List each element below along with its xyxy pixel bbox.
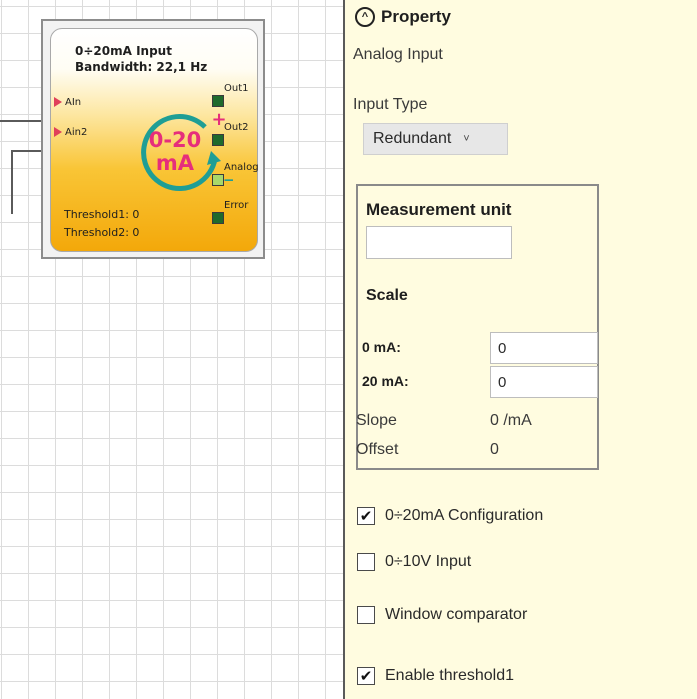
analog-input-card: 0÷20mA Input Bandwidth: 22,1 Hz AIn Ain2… xyxy=(50,28,258,252)
enable-threshold1-option[interactable]: ✔ Enable threshold1 xyxy=(357,667,514,685)
output-label-out2: Out2 xyxy=(224,122,249,133)
logo-bottom-text: mA xyxy=(156,151,195,175)
threshold1-text: Threshold1: 0 xyxy=(64,208,140,221)
offset-value: 0 xyxy=(490,441,499,458)
input-0-10v-label: 0÷10V Input xyxy=(385,553,472,570)
zero-ma-label: 0 mA: xyxy=(362,339,401,355)
logo-top-text: 0-20 xyxy=(149,128,202,152)
checkbox-checked-icon[interactable]: ✔ xyxy=(357,667,375,685)
input-label-ain: AIn xyxy=(65,97,82,108)
input-0-10v-option[interactable]: 0÷10V Input xyxy=(357,553,471,571)
measurement-unit-group: Measurement unit Scale 0 mA: 0 20 mA: 0 … xyxy=(356,184,599,470)
output-port-error[interactable] xyxy=(212,212,224,224)
window-comparator-label: Window comparator xyxy=(385,606,528,623)
zero-ma-input[interactable]: 0 xyxy=(490,332,598,364)
measurement-unit-input[interactable] xyxy=(366,226,512,259)
block-type-label: Analog Input xyxy=(353,46,443,63)
chevron-down-icon: ˅ xyxy=(463,133,470,145)
output-port-analog[interactable] xyxy=(212,174,224,186)
input-type-dropdown[interactable]: Redundant ˅ xyxy=(363,123,508,155)
slope-value: 0 /mA xyxy=(490,412,532,429)
collapse-chevron-icon[interactable]: ^ xyxy=(355,7,375,27)
input-arrow-icon xyxy=(54,97,62,107)
measurement-unit-label: Measurement unit xyxy=(366,200,512,219)
enable-threshold1-label: Enable threshold1 xyxy=(385,667,514,684)
input-type-label: Input Type xyxy=(353,96,428,113)
twenty-ma-input[interactable]: 0 xyxy=(490,366,598,398)
input-label-ain2: Ain2 xyxy=(65,127,88,138)
output-label-error: Error xyxy=(224,200,249,211)
property-panel: ^ Property Analog Input Input Type Redun… xyxy=(343,0,697,699)
wire-ain2-vertical xyxy=(11,150,13,214)
block-title: 0÷20mA Input xyxy=(75,44,172,58)
checkbox-unchecked-icon[interactable] xyxy=(357,606,375,624)
window-comparator-option[interactable]: Window comparator xyxy=(357,606,527,624)
output-port-out2[interactable] xyxy=(212,134,224,146)
input-arrow-icon xyxy=(54,127,62,137)
block-bandwidth: Bandwidth: 22,1 Hz xyxy=(75,60,208,74)
threshold2-text: Threshold2: 0 xyxy=(64,226,140,239)
config-0-20ma-label: 0÷20mA Configuration xyxy=(385,507,544,524)
output-label-analog: Analog xyxy=(224,162,259,173)
diagram-canvas[interactable]: 0÷20mA Input Bandwidth: 22,1 Hz AIn Ain2… xyxy=(0,0,343,699)
twenty-ma-label: 20 mA: xyxy=(362,373,409,389)
output-label-out1: Out1 xyxy=(224,83,249,94)
offset-label: Offset xyxy=(356,441,399,458)
slope-label: Slope xyxy=(356,412,397,429)
checkbox-unchecked-icon[interactable] xyxy=(357,553,375,571)
scale-label: Scale xyxy=(366,287,408,304)
property-title: Property xyxy=(381,7,451,26)
analog-input-block[interactable]: 0÷20mA Input Bandwidth: 22,1 Hz AIn Ain2… xyxy=(41,19,265,259)
panel-scrollbar[interactable] xyxy=(687,0,697,699)
property-header[interactable]: ^ Property xyxy=(355,3,451,31)
checkbox-checked-icon[interactable]: ✔ xyxy=(357,507,375,525)
output-port-out1[interactable] xyxy=(212,95,224,107)
config-0-20ma-option[interactable]: ✔ 0÷20mA Configuration xyxy=(357,507,543,525)
input-type-value: Redundant xyxy=(373,130,452,147)
